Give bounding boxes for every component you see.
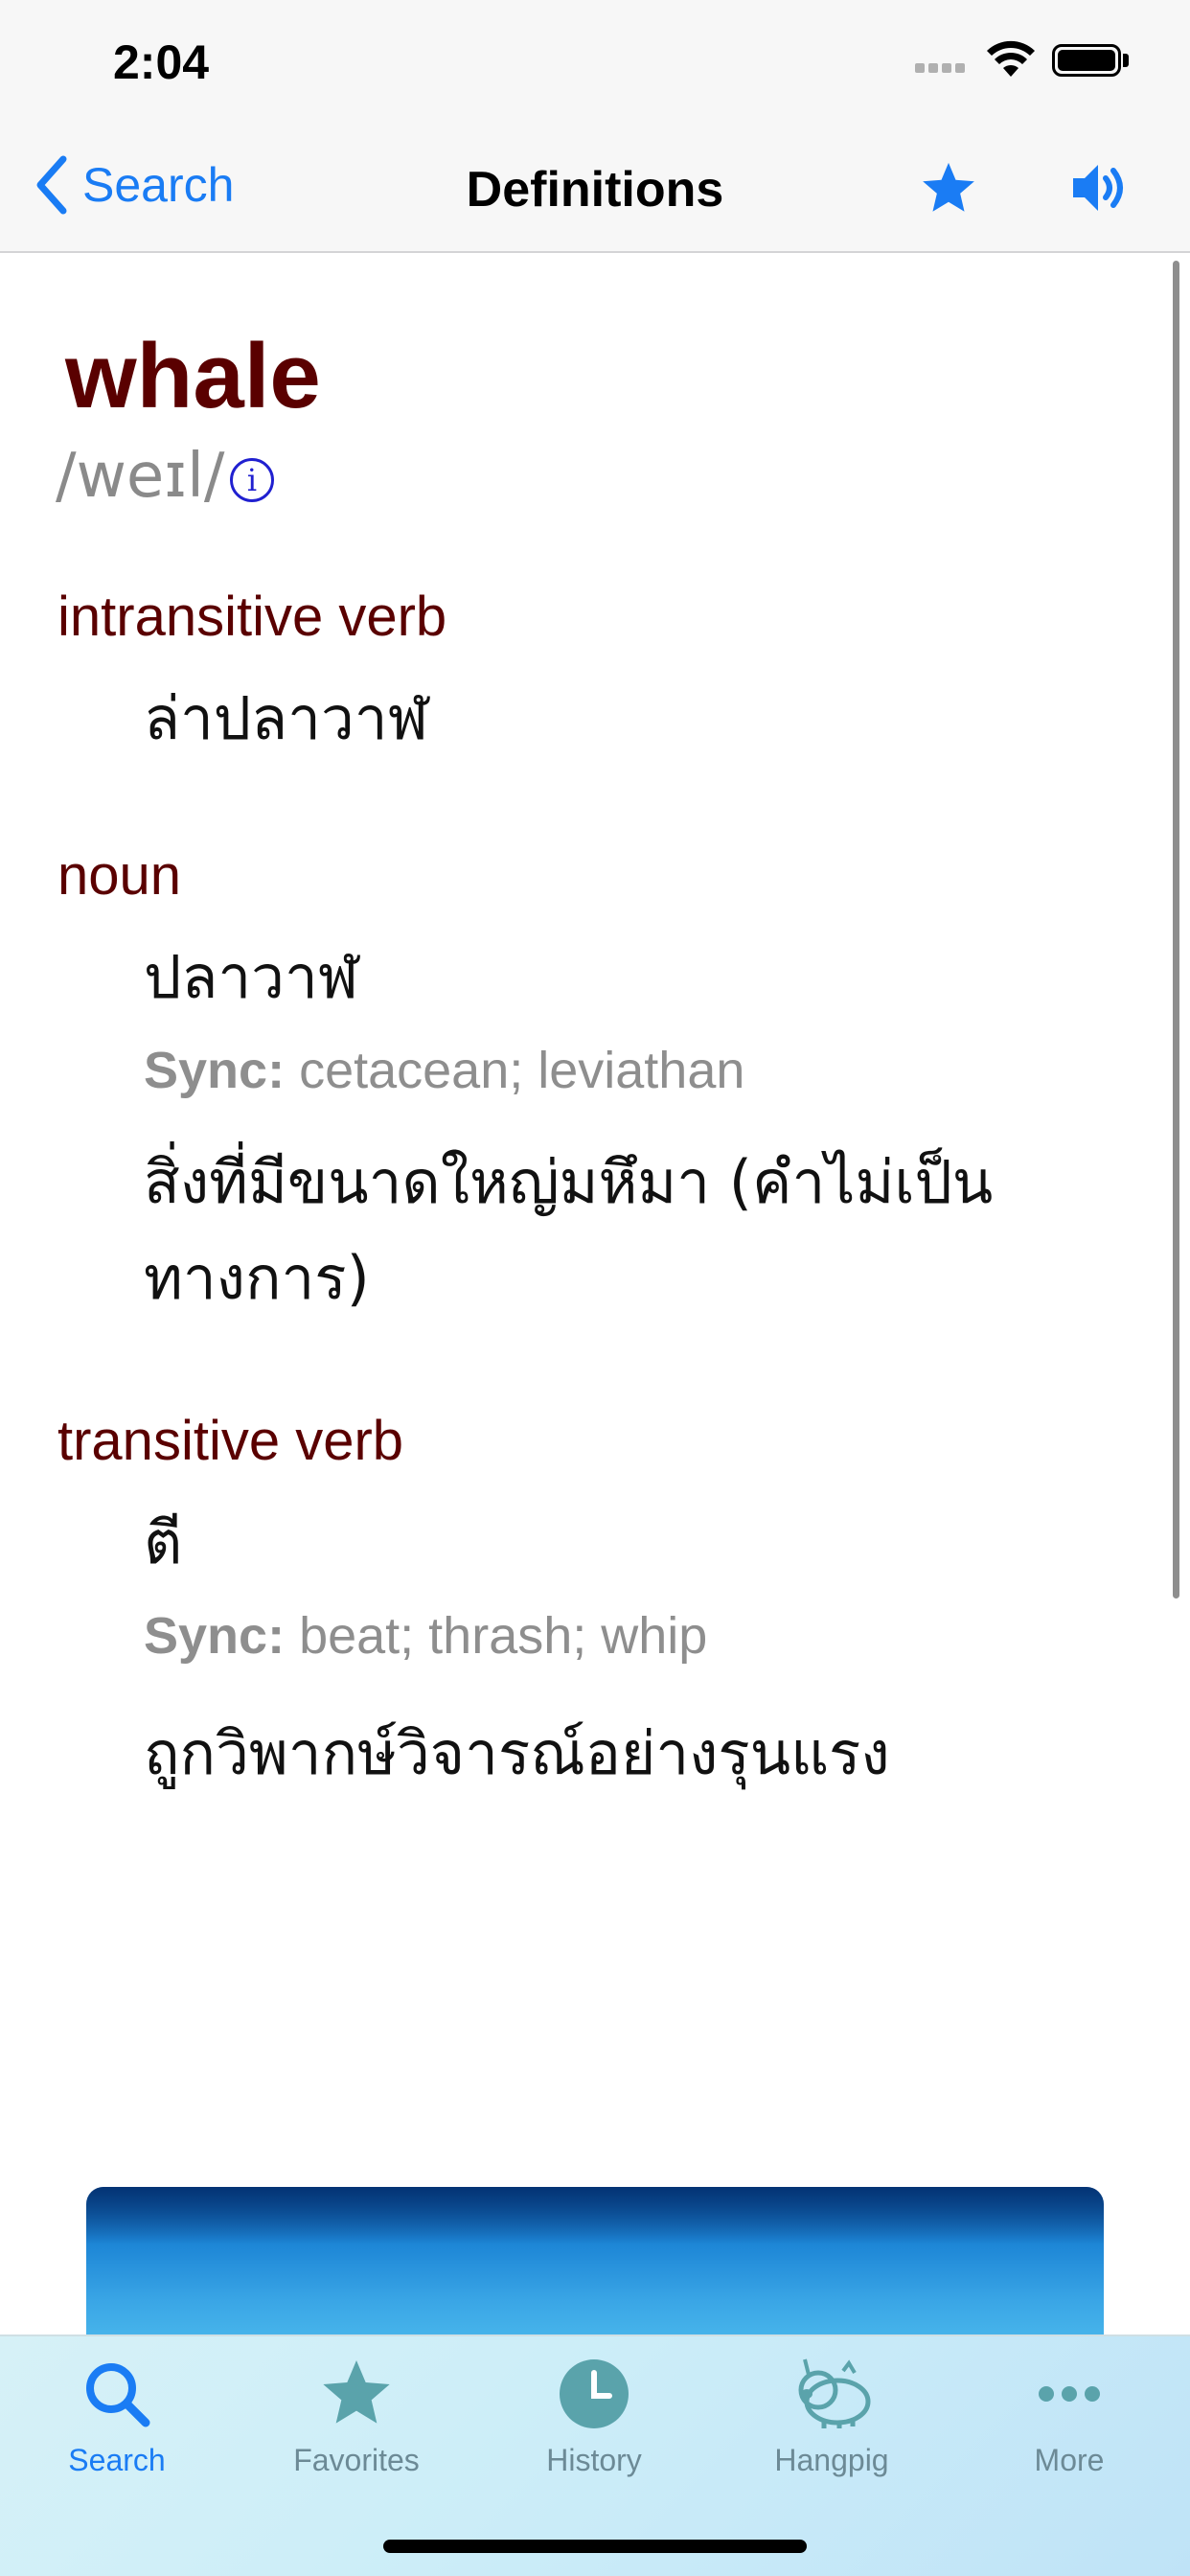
favorite-star-icon[interactable] [918, 159, 979, 218]
tab-favorites[interactable]: Favorites [261, 2356, 452, 2478]
page-title: Definitions [466, 162, 724, 218]
tab-label: Hangpig [774, 2443, 889, 2477]
tab-hangpig[interactable]: Hangpig [736, 2356, 927, 2478]
more-icon [1039, 2386, 1100, 2402]
status-time: 2:04 [113, 35, 210, 89]
part-of-speech: intransitive verb [57, 586, 447, 648]
scrollbar[interactable] [1173, 261, 1179, 1598]
clock-icon [560, 2359, 629, 2428]
definition-content[interactable]: whale /weɪl/ i intransitive verb ล่าปลาว… [0, 253, 1190, 2333]
tab-history[interactable]: History [498, 2356, 690, 2478]
definition-text: ปลาวาฬ [144, 942, 359, 1012]
home-indicator[interactable] [383, 2540, 807, 2553]
synonyms-label: Sync: [144, 1042, 286, 1099]
tab-more[interactable]: More [973, 2356, 1165, 2478]
definition-text: สิ่งที่มีขนาดใหญ่มหึมา (คำไม่เป็นทางการ) [144, 1147, 994, 1313]
speaker-icon[interactable] [1067, 157, 1129, 218]
synonyms-list: beat; thrash; whip [299, 1607, 708, 1665]
part-of-speech: noun [57, 844, 182, 907]
tab-label: Search [68, 2443, 166, 2477]
search-icon [86, 2363, 150, 2427]
synonyms-list: cetacean; leviathan [299, 1042, 745, 1099]
battery-icon [1052, 44, 1121, 77]
tab-label: History [546, 2443, 642, 2477]
pig-icon [798, 2358, 871, 2428]
wifi-icon [987, 40, 1035, 77]
synonyms: Sync: beat; thrash; whip [144, 1606, 707, 1666]
tab-label: Favorites [293, 2443, 420, 2477]
synonyms: Sync: cetacean; leviathan [144, 1041, 744, 1100]
definition-text: ตี [144, 1507, 183, 1577]
pronunciation-info-icon[interactable]: i [230, 458, 274, 502]
definition-text: ล่าปลาวาฬ [144, 683, 428, 753]
status-bar: 2:04 [0, 0, 1190, 126]
star-icon [323, 2360, 390, 2424]
cellular-signal-icon [915, 63, 965, 73]
pronunciation: /weɪl/ [56, 441, 225, 512]
part-of-speech: transitive verb [57, 1410, 404, 1472]
definition-text: ถูกวิพากษ์วิจารณ์อย่างรุนแรง [144, 1718, 890, 1788]
headword: whale [65, 325, 321, 427]
tab-label: More [1034, 2443, 1105, 2477]
navigation-bar: Search Definitions [0, 126, 1190, 253]
tab-search[interactable]: Search [21, 2356, 213, 2478]
synonyms-label: Sync: [144, 1607, 286, 1665]
